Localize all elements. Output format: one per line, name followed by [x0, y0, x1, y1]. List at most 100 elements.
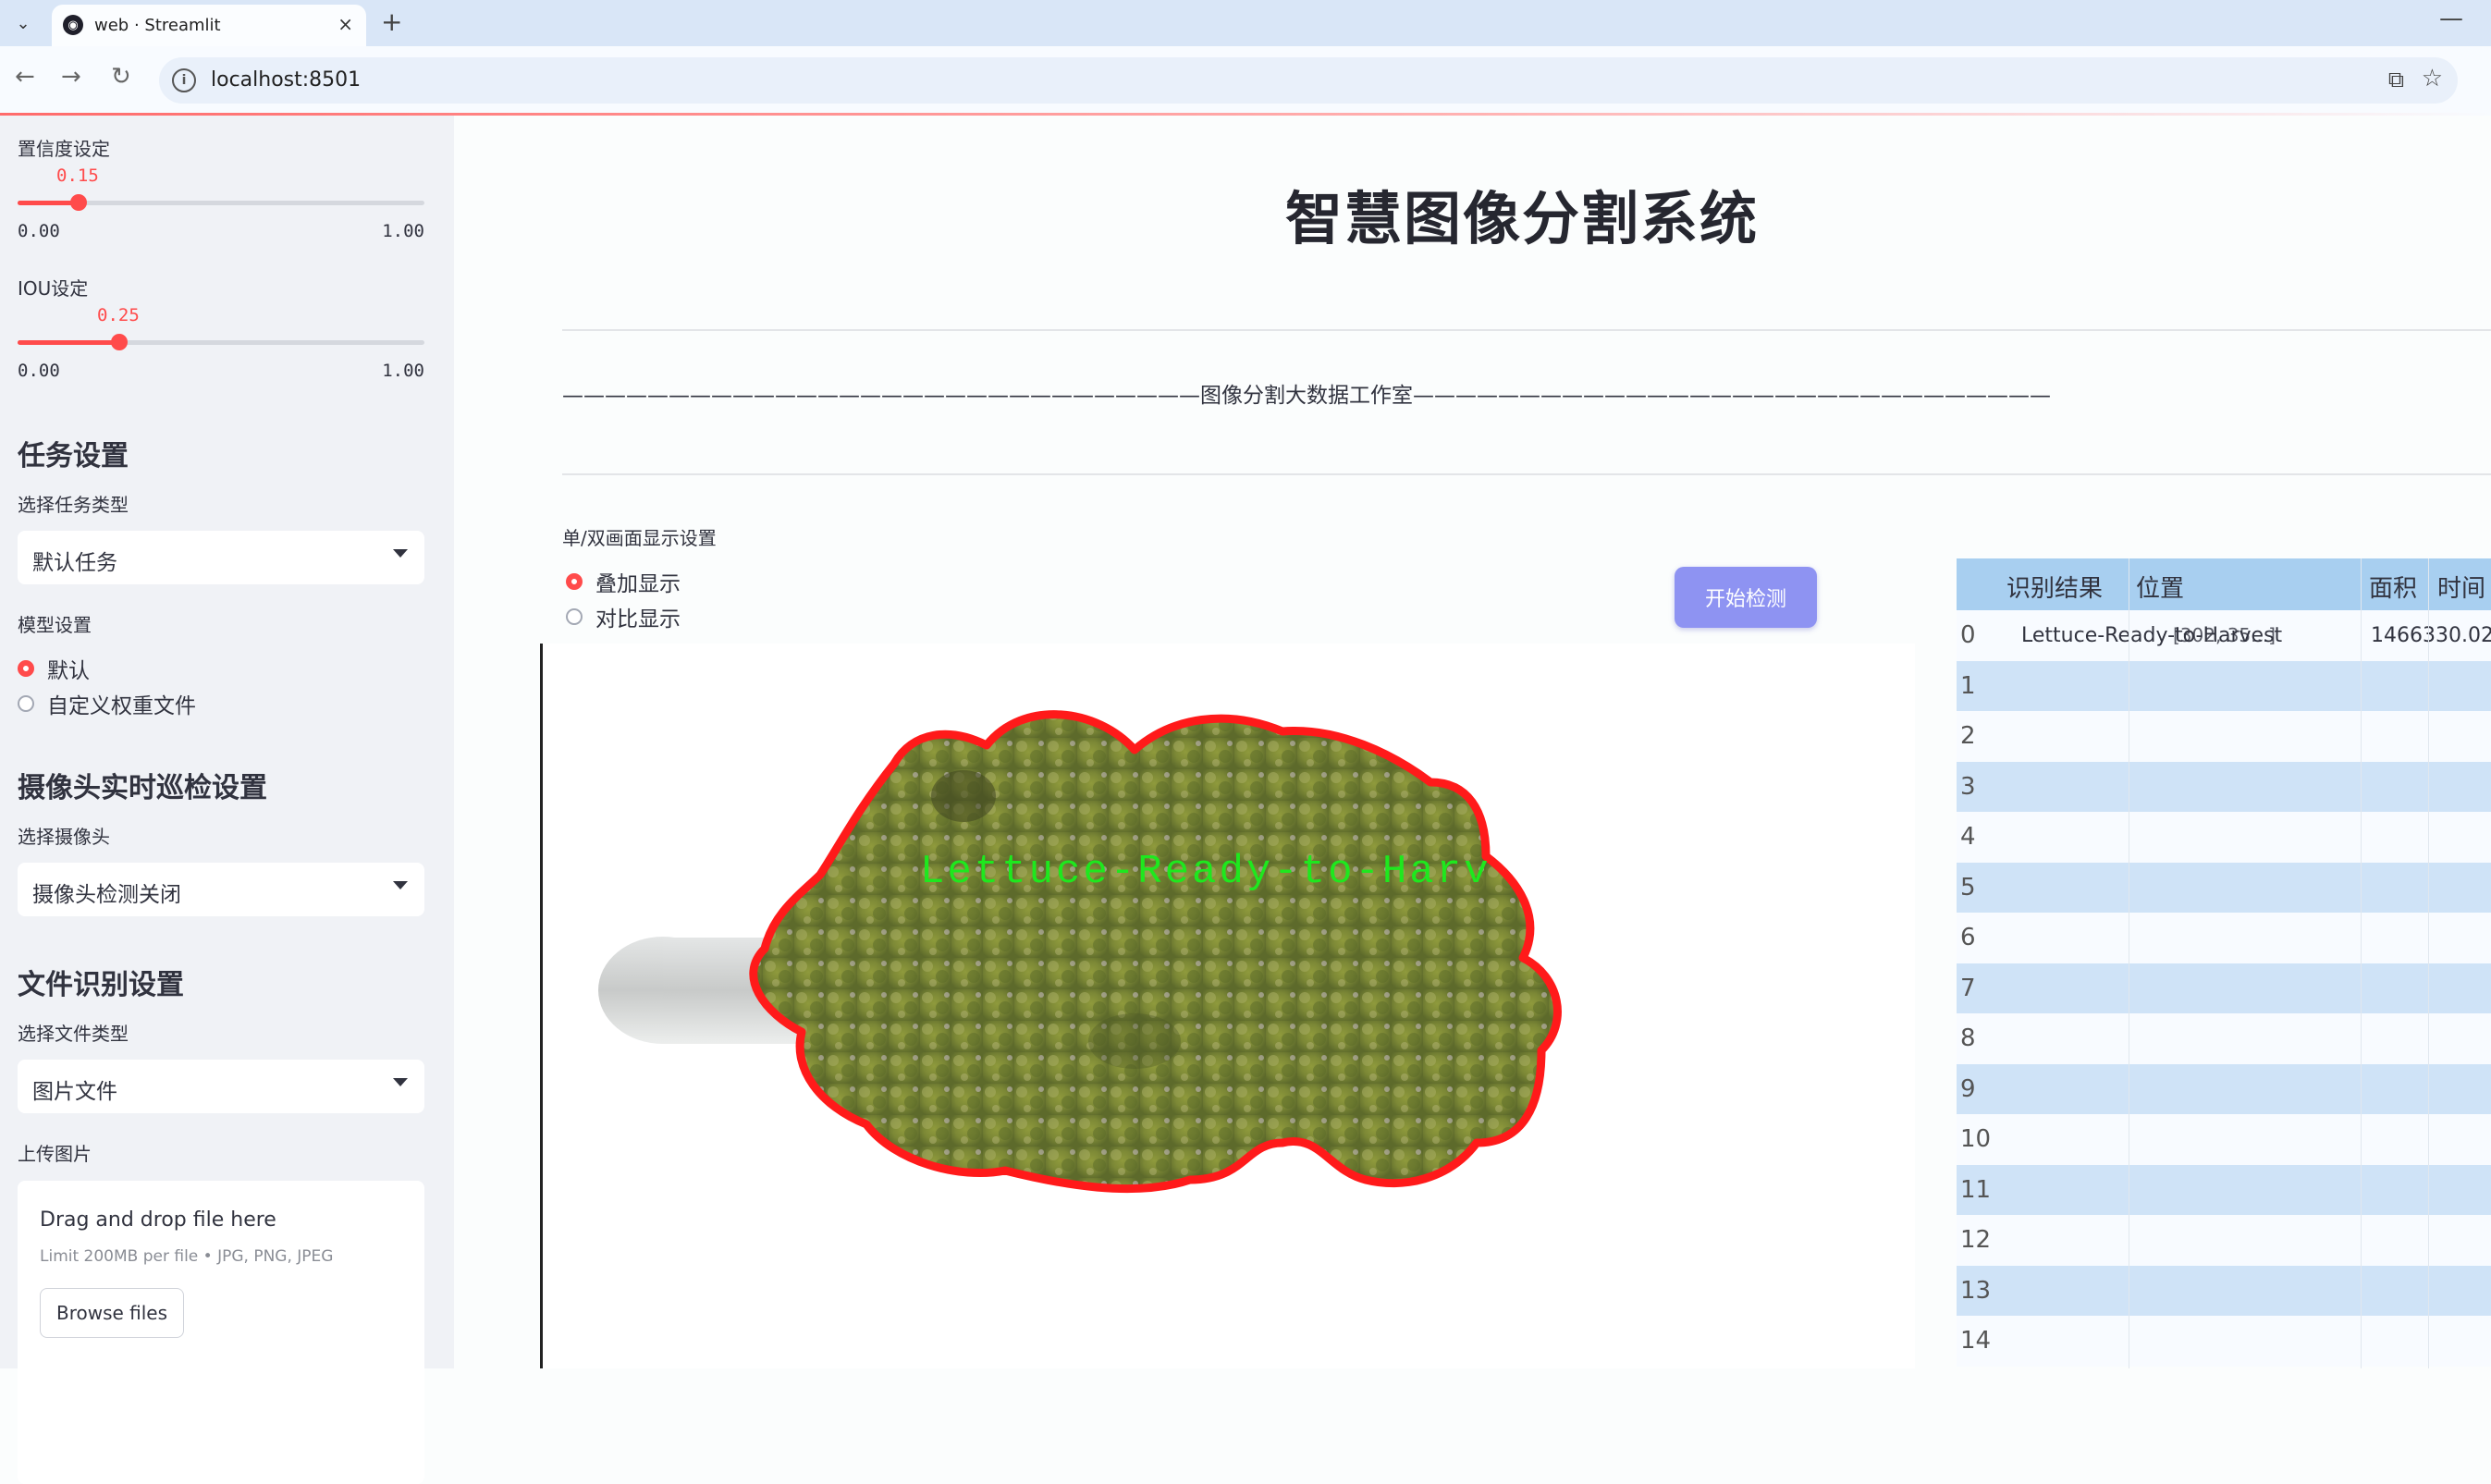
table-row[interactable]: 8 — [1957, 1013, 2491, 1064]
display-radio-label: 对比显示 — [595, 607, 681, 632]
shadow-area — [931, 770, 996, 822]
column-divider — [2428, 558, 2429, 1368]
divider — [562, 473, 2491, 475]
task-type-label: 选择任务类型 — [18, 494, 129, 516]
lettuce-mask — [749, 710, 1562, 1194]
address-bar[interactable]: i localhost:8501 ⧉ ☆ — [159, 57, 2458, 104]
confidence-min: 0.00 — [18, 221, 60, 241]
studio-banner: ——————————————————————————————图像分割大数据工作室… — [562, 384, 2051, 408]
url-text[interactable]: localhost:8501 — [211, 68, 361, 92]
site-info-icon[interactable]: i — [172, 68, 196, 92]
model-radio-default[interactable]: 默认 — [18, 655, 90, 683]
table-row[interactable]: 4 — [1957, 812, 2491, 863]
row-index: 3 — [1960, 772, 1976, 801]
reload-icon[interactable]: ↻ — [111, 63, 131, 91]
camera-settings-heading: 摄像头实时巡检设置 — [18, 772, 267, 804]
bookmark-star-icon[interactable]: ☆ — [2422, 65, 2443, 92]
back-arrow-icon[interactable]: ← — [15, 63, 35, 91]
column-header[interactable]: 面积 — [2369, 570, 2417, 604]
camera-select-label: 选择摄像头 — [18, 826, 110, 848]
cell-area: 1466330.02 — [2371, 623, 2491, 647]
file-settings-heading: 文件识别设置 — [18, 969, 184, 1001]
streamlit-favicon-icon: ◉ — [63, 15, 83, 35]
table-row[interactable]: 11 — [1957, 1164, 2491, 1215]
row-index: 5 — [1960, 873, 1976, 901]
row-index: 11 — [1960, 1175, 1992, 1204]
divider — [562, 329, 2491, 331]
confidence-value: 0.15 — [56, 166, 99, 186]
confidence-max: 1.00 — [382, 221, 424, 241]
table-row[interactable]: 2 — [1957, 711, 2491, 762]
table-row[interactable]: 12 — [1957, 1215, 2491, 1266]
table-row[interactable]: 3 — [1957, 761, 2491, 812]
display-radio-overlay[interactable]: 叠加显示 — [566, 568, 681, 596]
confidence-slider-thumb[interactable] — [70, 194, 87, 211]
iou-slider[interactable]: 0.25 0.00 1.00 — [18, 305, 424, 381]
segmentation-image: Lettuce-Ready-to-Harv — [540, 644, 1915, 1368]
column-header[interactable]: 识别结果 — [2006, 570, 2103, 604]
chevron-down-icon — [393, 549, 408, 558]
cell-position: [302, 35...] — [2173, 624, 2276, 647]
browse-files-button[interactable]: Browse files — [40, 1288, 184, 1338]
row-index: 8 — [1960, 1024, 1976, 1053]
tab-close-icon[interactable]: × — [337, 13, 353, 35]
row-index: 10 — [1960, 1125, 1992, 1154]
confidence-label: 置信度设定 — [18, 138, 110, 160]
detection-label: Lettuce-Ready-to-Harv — [920, 849, 1491, 895]
display-radio-compare[interactable]: 对比显示 — [566, 603, 681, 632]
iou-max: 1.00 — [382, 361, 424, 381]
camera-select-value: 摄像头检测关闭 — [32, 883, 181, 907]
browser-tab[interactable]: ◉ web · Streamlit × — [52, 5, 366, 46]
tab-title: web · Streamlit — [94, 16, 221, 35]
table-row[interactable]: 9 — [1957, 1063, 2491, 1114]
row-index: 2 — [1960, 722, 1976, 751]
forward-arrow-icon[interactable]: → — [61, 63, 81, 91]
browser-nav-bar: ← → ↻ i localhost:8501 ⧉ ☆ — [0, 46, 2491, 115]
window-minimize-icon[interactable]: — — [2439, 5, 2463, 32]
table-row[interactable]: 0 Lettuce-Ready-to-Harvest [302, 35...] 146… — [1957, 610, 2491, 661]
iou-label: IOU设定 — [18, 277, 89, 300]
table-row[interactable]: 1 — [1957, 660, 2491, 711]
row-index: 1 — [1960, 671, 1976, 700]
row-index: 7 — [1960, 974, 1976, 1002]
table-row[interactable]: 10 — [1957, 1114, 2491, 1165]
file-type-select[interactable]: 图片文件 — [18, 1060, 424, 1113]
table-row[interactable]: 5 — [1957, 862, 2491, 913]
radio-selected-icon[interactable] — [566, 573, 583, 590]
model-settings-label: 模型设置 — [18, 614, 92, 636]
file-dropzone[interactable]: Drag and drop file here Limit 200MB per … — [18, 1181, 424, 1484]
task-type-value: 默认任务 — [32, 551, 117, 575]
translate-icon[interactable]: ⧉ — [2388, 67, 2404, 92]
model-radio-custom[interactable]: 自定义权重文件 — [18, 690, 196, 718]
results-table[interactable]: 识别结果 位置 面积 时间 0 Lettuce-Ready-to-Harvest[… — [1957, 558, 2491, 1368]
camera-select[interactable]: 摄像头检测关闭 — [18, 863, 424, 916]
row-index: 0 — [1960, 621, 1976, 650]
display-radio-label: 叠加显示 — [595, 572, 681, 596]
table-row[interactable]: 6 — [1957, 913, 2491, 963]
segmentation-image-svg: Lettuce-Ready-to-Harv — [598, 710, 1562, 1194]
start-detection-button[interactable]: 开始检测 — [1675, 567, 1817, 628]
radio-unselected-icon[interactable] — [566, 608, 583, 625]
dropzone-limit: Limit 200MB per file • JPG, PNG, JPEG — [40, 1247, 334, 1266]
task-type-select[interactable]: 默认任务 — [18, 531, 424, 584]
column-header[interactable]: 位置 — [2136, 570, 2184, 604]
shadow-area — [1088, 1013, 1181, 1069]
table-row[interactable]: 14 — [1957, 1316, 2491, 1367]
chevron-down-icon — [393, 881, 408, 889]
file-type-value: 图片文件 — [32, 1080, 117, 1104]
row-index: 13 — [1960, 1276, 1992, 1305]
iou-slider-thumb[interactable] — [111, 334, 128, 350]
column-header[interactable]: 时间 — [2437, 570, 2485, 604]
radio-unselected-icon[interactable] — [18, 695, 34, 712]
table-row[interactable]: 7 — [1957, 963, 2491, 1013]
confidence-slider[interactable]: 0.15 0.00 1.00 — [18, 166, 424, 241]
new-tab-plus-icon[interactable]: + — [381, 6, 402, 37]
column-divider — [2361, 558, 2362, 1368]
table-row[interactable]: 13 — [1957, 1265, 2491, 1316]
display-mode-label: 单/双画面显示设置 — [562, 527, 717, 549]
radio-selected-icon[interactable] — [18, 660, 34, 677]
tab-list-chevron-icon[interactable]: ⌄ — [7, 7, 39, 39]
dropzone-title: Drag and drop file here — [40, 1208, 276, 1232]
task-settings-heading: 任务设置 — [18, 440, 129, 472]
browser-tab-bar: ⌄ ◉ web · Streamlit × + — — [0, 0, 2491, 46]
